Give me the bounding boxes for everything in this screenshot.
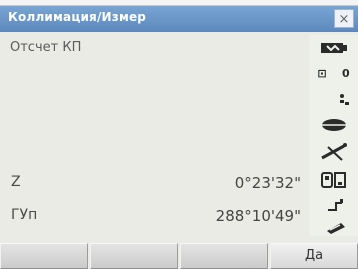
- zenith-label: Z: [11, 174, 21, 190]
- keyboard-icon: [309, 219, 358, 239]
- horizontal-value: 288°10'49": [215, 207, 301, 225]
- storage-icon: [309, 170, 358, 194]
- mode-label: Отсчет КП: [10, 40, 82, 55]
- horizontal-label: ГУп: [11, 207, 38, 223]
- step-icon: [309, 195, 358, 217]
- window-title: Коллимация/Измер: [8, 10, 147, 24]
- status-icon-bar: ⊡ 0: [309, 35, 358, 236]
- softkey-2[interactable]: [90, 243, 178, 269]
- prism-icon: [309, 116, 358, 138]
- softkey-bar: Да: [0, 243, 358, 269]
- softkey-3[interactable]: [180, 243, 268, 269]
- target-constant: 0: [341, 67, 350, 80]
- measurement-screen: Коллимация/Измер × Отсчет КП Z 0°23'32" …: [0, 0, 358, 269]
- zenith-value: 0°23'32": [234, 174, 301, 192]
- compensator-icon: [309, 91, 358, 113]
- tilt-icon: [309, 140, 358, 166]
- yes-button[interactable]: Да: [270, 243, 358, 269]
- measurement-panel: Отсчет КП Z 0°23'32" ГУп 288°10'49": [9, 35, 305, 234]
- target-icon: ⊡ 0: [317, 67, 350, 80]
- close-button[interactable]: ×: [334, 9, 354, 28]
- softkey-1[interactable]: [0, 243, 88, 269]
- title-bar: Коллимация/Измер ×: [0, 6, 358, 32]
- battery-icon: [309, 40, 358, 60]
